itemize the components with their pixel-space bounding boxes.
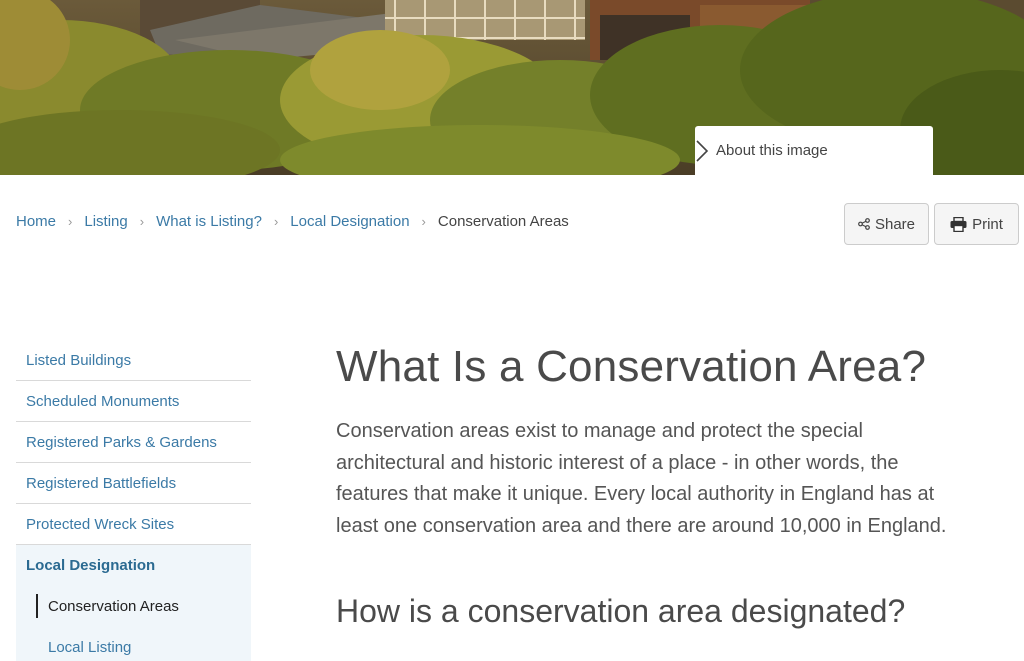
breadcrumb-separator-icon: ›	[421, 214, 426, 229]
sidebar-subitem-local-listing[interactable]: Local Listing	[16, 627, 251, 661]
breadcrumb-separator-icon: ›	[139, 214, 145, 229]
sidebar-item-scheduled-monuments[interactable]: Scheduled Monuments	[16, 381, 251, 422]
page-title: What Is a Conservation Area?	[336, 342, 927, 391]
breadcrumb-separator-icon: ›	[68, 214, 73, 229]
section-heading: How is a conservation area designated?	[336, 593, 906, 629]
sidebar-subitem-conservation-areas[interactable]: Conservation Areas	[16, 586, 251, 627]
print-label: Print	[972, 215, 1003, 233]
printer-icon	[950, 216, 967, 232]
share-button[interactable]: Share	[844, 203, 929, 245]
main-content: What Is a Conservation Area? Conservatio…	[336, 338, 956, 632]
hero-image: About this image	[0, 0, 1024, 175]
breadcrumb-local-designation[interactable]: Local Designation	[290, 213, 409, 230]
chevron-right-icon	[696, 140, 709, 162]
sidebar-active-group: Local Designation Conservation Areas Loc…	[16, 545, 251, 661]
breadcrumb-home[interactable]: Home	[16, 213, 56, 230]
breadcrumb-separator-icon: ›	[273, 214, 279, 229]
sidebar-item-protected-wreck-sites[interactable]: Protected Wreck Sites	[16, 504, 251, 545]
sidebar-item-local-designation[interactable]: Local Designation	[16, 545, 251, 586]
sidebar-item-registered-battlefields[interactable]: Registered Battlefields	[16, 463, 251, 504]
share-icon	[858, 218, 870, 230]
about-image-button[interactable]: About this image	[695, 126, 933, 175]
intro-paragraph: Conservation areas exist to manage and p…	[336, 420, 947, 537]
about-image-label: About this image	[716, 142, 828, 159]
breadcrumb-what-is-listing[interactable]: What is Listing?	[156, 213, 262, 230]
sidebar-item-listed-buildings[interactable]: Listed Buildings	[16, 340, 251, 381]
print-button[interactable]: Print	[934, 203, 1019, 245]
sidebar-item-registered-parks-gardens[interactable]: Registered Parks & Gardens	[16, 422, 251, 463]
share-label: Share	[874, 215, 916, 233]
breadcrumb-current: Conservation Areas	[437, 213, 569, 230]
sidebar-nav: Listed Buildings Scheduled Monuments Reg…	[16, 340, 251, 661]
breadcrumb: Home › Listing › What is Listing? › Loca…	[16, 213, 569, 230]
breadcrumb-listing[interactable]: Listing	[84, 213, 127, 230]
